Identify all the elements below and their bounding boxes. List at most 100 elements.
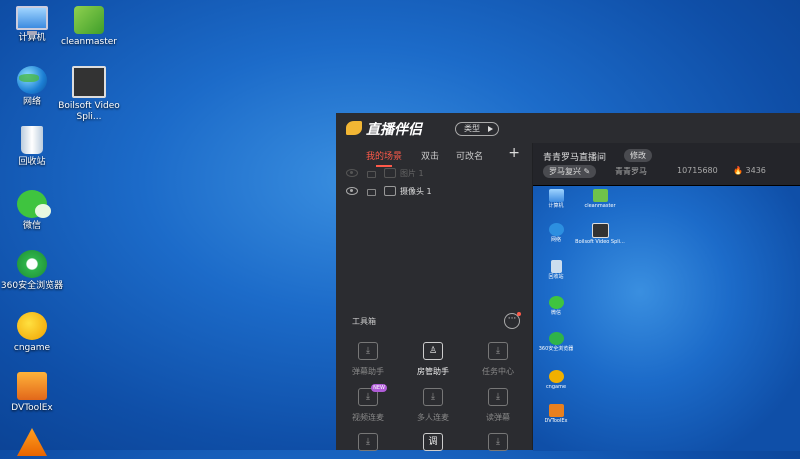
computer-icon (548, 189, 564, 202)
recycle-bin-icon (550, 260, 562, 273)
tool-room-manager[interactable]: ♙ 房管助手 (403, 342, 463, 377)
desktop-icon-recycle-bin[interactable]: 回收站 (0, 126, 64, 168)
dvtoolex-icon (17, 372, 47, 400)
desktop-icon-wechat[interactable]: 微信 (0, 190, 64, 232)
tool-read-danmaku[interactable]: ⤓ 读弹幕 (468, 388, 528, 423)
preview-icon-boilsoft: Boilsoft Video Spli... (575, 223, 625, 245)
broom-icon (74, 6, 104, 34)
video-splitter-icon (72, 66, 106, 98)
edit-room-button[interactable]: 修改 (624, 149, 652, 162)
broom-icon (592, 189, 608, 202)
room-category-tag[interactable]: 罗马复兴 ✎ (543, 165, 597, 178)
preview-icon-computer: 计算机 (536, 189, 576, 209)
download-icon: ⤓ (488, 388, 508, 406)
preview-icon-label: Boilsoft Video Spli... (575, 239, 625, 245)
cngame-icon (17, 312, 47, 340)
source-name: 图片 1 (400, 169, 424, 178)
new-badge: NEW (371, 384, 387, 392)
preview-icon-label: 360安全浏览器 (538, 346, 574, 352)
desktop-icon-dvtoolex[interactable]: DVToolEx (0, 372, 64, 414)
app-title: 直播伴侣 (366, 122, 422, 138)
desktop-icon-label: 回收站 (18, 157, 46, 167)
tool-video-link[interactable]: ⤓ NEW 视频连麦 (338, 384, 398, 423)
source-row-camera[interactable]: 摄像头 1 (336, 183, 532, 201)
tab-my-scenes[interactable]: 我的场景 (366, 149, 402, 167)
tool-tune[interactable]: 调 (403, 433, 463, 457)
scene-panel: 我的场景 双击 可改名 + 图片 1 摄像头 1 工具箱 ··· ⤓ 弹幕助手 … (336, 143, 533, 451)
desktop-icon-label: Boilsoft Video Spli... (58, 101, 120, 122)
app-logo-icon (346, 121, 362, 135)
flame-icon: 🔥 (733, 166, 743, 175)
type-button-label: 类型 (464, 124, 480, 133)
live-companion-window: 直播伴侣 类型 我的场景 双击 可改名 + 图片 1 摄像头 1 工具箱 ··· (336, 113, 800, 451)
stream-preview[interactable]: 计算机 cleanmaster 网络 Boilsoft Video Spli..… (533, 185, 800, 451)
network-globe-icon (17, 66, 47, 94)
type-button[interactable]: 类型 (455, 122, 499, 136)
tool-download-9[interactable]: ⤓ (468, 433, 528, 457)
download-icon: ⤓ (488, 433, 508, 451)
eye-icon[interactable] (346, 187, 358, 195)
toolbox-header: 工具箱 ··· (336, 312, 532, 331)
tool-label: 任务中心 (482, 367, 514, 376)
wechat-icon (17, 190, 51, 218)
network-globe-icon (548, 223, 564, 236)
room-panel: 青青罗马直播间 修改 罗马复兴 ✎ 青青罗马 10715680 🔥 3436 计… (533, 143, 800, 451)
tool-danmaku-assistant[interactable]: ⤓ 弹幕助手 (338, 342, 398, 377)
room-id: 10715680 (677, 166, 718, 175)
source-row-image[interactable]: 图片 1 (336, 165, 532, 183)
desktop-icon-label: cngame (13, 343, 51, 353)
eye-icon[interactable] (346, 169, 358, 177)
dvtoolex-icon (548, 404, 564, 417)
desktop-icon-computer[interactable]: 计算机 (0, 6, 64, 44)
desktop-icon-label: DVToolEx (11, 403, 53, 413)
tool-label: 视频连麦 (352, 413, 384, 422)
room-title: 青青罗马直播间 (543, 153, 607, 163)
browser-360-icon (17, 250, 47, 278)
tool-label: 房管助手 (417, 367, 449, 376)
desktop-icon-boilsoft[interactable]: Boilsoft Video Spli... (57, 66, 121, 123)
play-arrow-icon (488, 126, 493, 132)
desktop-icon-network[interactable]: 网络 (0, 66, 64, 108)
preview-icon-label: 微信 (550, 310, 561, 316)
preview-icon-label: 网络 (550, 237, 561, 243)
add-scene-button[interactable]: + (508, 145, 520, 161)
pencil-icon: ✎ (583, 167, 591, 176)
download-icon: ⤓ (488, 342, 508, 360)
camera-icon (384, 186, 396, 196)
vlc-cone-icon (17, 428, 47, 456)
recycle-bin-icon (21, 126, 43, 154)
heat-value: 3436 (745, 166, 766, 175)
download-icon: ⤓ (423, 388, 443, 406)
video-splitter-icon (591, 223, 609, 238)
tool-download-7[interactable]: ⤓ (338, 433, 398, 457)
preview-icon-360-browser: 360安全浏览器 (536, 332, 576, 352)
tool-multi-link[interactable]: ⤓ 多人连麦 (403, 388, 463, 423)
tool-label: 读弹幕 (486, 413, 510, 422)
desktop-icon-label: 360安全浏览器 (0, 281, 64, 291)
desktop-icon-vlc[interactable] (0, 428, 64, 459)
preview-icon-label: cngame (545, 384, 567, 390)
desktop-icon-label: 微信 (22, 221, 41, 231)
tool-task-center[interactable]: ⤓ 任务中心 (468, 342, 528, 377)
download-icon: ⤓ (358, 342, 378, 360)
desktop-icon-label: 网络 (22, 97, 41, 107)
tab-double-click[interactable]: 双击 (421, 149, 439, 162)
lock-icon[interactable] (367, 171, 376, 178)
preview-icon-cleanmaster: cleanmaster (575, 189, 625, 209)
desktop-icon-360-browser[interactable]: 360安全浏览器 (0, 250, 64, 292)
room-heat: 🔥 3436 (733, 166, 766, 175)
computer-icon (16, 6, 48, 35)
room-manager-icon: ♙ (423, 342, 443, 360)
preview-icon-dvtoolex: DVToolEx (536, 404, 576, 424)
cngame-icon (548, 370, 564, 383)
toolbox-title: 工具箱 (352, 317, 376, 326)
room-tag-label: 罗马复兴 (549, 167, 581, 176)
source-name: 摄像头 1 (400, 187, 432, 196)
desktop-icon-cngame[interactable]: cngame (0, 312, 64, 354)
lock-icon[interactable] (367, 189, 376, 196)
desktop-icon-cleanmaster[interactable]: cleanmaster (57, 6, 121, 48)
tab-renamable[interactable]: 可改名 (456, 149, 483, 162)
anchor-name: 青青罗马 (615, 167, 647, 176)
preview-icon-wechat: 微信 (536, 296, 576, 316)
more-options-button[interactable]: ··· (504, 312, 521, 329)
